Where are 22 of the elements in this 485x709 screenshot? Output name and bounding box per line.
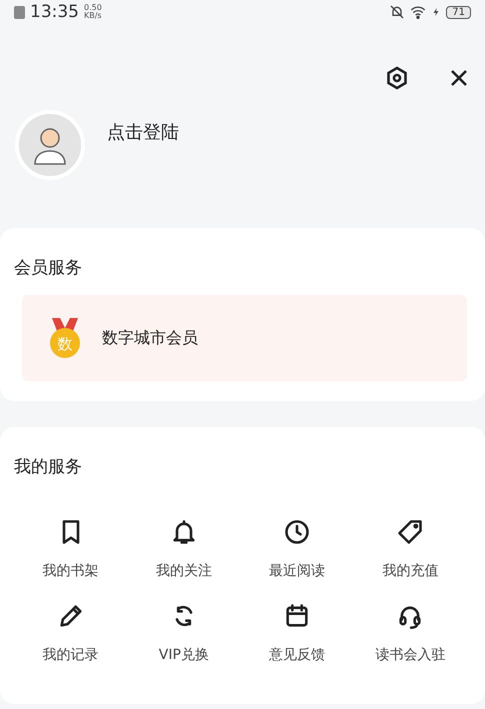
section-title: 我的服务 — [14, 456, 83, 478]
login-link[interactable]: 点击登陆 — [107, 120, 179, 144]
clock-icon — [283, 518, 312, 546]
network-speed: 0.50 — [84, 4, 102, 12]
clock-time: 13:35 — [30, 2, 79, 22]
bell-muted-icon — [389, 4, 406, 20]
sim-icon — [14, 6, 25, 18]
battery-level: 71 — [446, 6, 471, 18]
service-button[interactable]: 最近阅读 — [240, 518, 354, 580]
service-button[interactable]: 我的书架 — [14, 518, 128, 580]
settings-icon[interactable] — [385, 66, 409, 90]
section-title: 会员服务 — [14, 257, 83, 279]
wifi-icon — [410, 4, 426, 20]
service-button[interactable]: 我的记录 — [14, 602, 128, 664]
service-button[interactable]: 意见反馈 — [240, 602, 354, 664]
service-button[interactable]: VIP兑换 — [127, 602, 240, 664]
tag-icon — [396, 518, 424, 546]
service-button[interactable]: 我的关注 — [127, 518, 240, 580]
service-button[interactable]: 读书会入驻 — [354, 602, 467, 664]
membership-item[interactable]: 数 数字城市会员 — [22, 295, 467, 381]
speed-unit: KB/s — [84, 12, 102, 20]
service-button[interactable]: 我的充值 — [354, 518, 467, 580]
